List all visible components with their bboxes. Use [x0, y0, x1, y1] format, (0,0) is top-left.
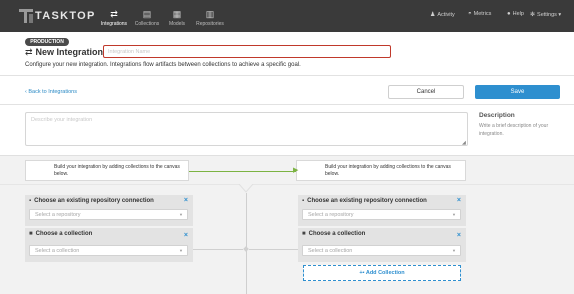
right-repository-card: ▪ Choose an existing repository connectio…	[298, 195, 466, 226]
actions-divider	[0, 104, 574, 105]
page-title: ⇄ New Integration	[25, 47, 103, 58]
canvas-center-line	[246, 193, 247, 294]
help-link[interactable]: ● Help	[507, 11, 524, 17]
integrations-icon: ⇄	[110, 9, 118, 19]
back-link-label: Back to Integrations	[28, 89, 77, 95]
card-title: ■ Choose a collection	[29, 231, 92, 237]
collection-select[interactable]: Select a collection ▼	[29, 245, 188, 256]
resize-handle-icon[interactable]: ◢	[462, 140, 466, 146]
flow-arrow-icon: ▶	[293, 167, 299, 174]
description-help-text: Write a brief description of your integr…	[479, 123, 549, 137]
select-placeholder: Select a repository	[35, 212, 81, 218]
settings-menu[interactable]: ✻ Settings ▾	[530, 11, 561, 18]
brand-name: TASKTOP	[35, 10, 96, 22]
database-icon: ▪	[302, 198, 305, 204]
description-help-title: Description	[479, 112, 515, 119]
add-collection-label: Add Collection	[365, 270, 405, 276]
left-repository-card: ▪ Choose an existing repository connectio…	[25, 195, 193, 226]
card-title-text: Choose an existing repository connection	[34, 198, 154, 204]
nav-tab-integrations[interactable]: ⇄ Integrations	[97, 0, 131, 32]
add-collection-button[interactable]: +▪ Add Collection	[303, 265, 461, 281]
select-placeholder: Select a collection	[35, 248, 80, 254]
cancel-button[interactable]: Cancel	[388, 85, 464, 99]
page-title-text: New Integration	[35, 47, 104, 57]
card-title-text: Choose an existing repository connection	[307, 198, 427, 204]
repositories-icon: ▥	[205, 9, 215, 19]
repository-select[interactable]: Select a repository ▼	[302, 209, 461, 220]
close-icon[interactable]: ×	[184, 197, 188, 204]
chevron-down-icon: ▼	[179, 248, 183, 253]
integration-icon: ⇄	[25, 47, 33, 57]
card-title: ■ Choose a collection	[302, 231, 365, 237]
right-connector-line	[249, 249, 298, 250]
left-connector-line	[193, 249, 243, 250]
canvas-separator	[0, 184, 240, 185]
select-placeholder: Select a collection	[308, 248, 353, 254]
nav-tab-models[interactable]: ▦ Models	[164, 0, 190, 32]
collection-select[interactable]: Select a collection ▼	[302, 245, 461, 256]
left-collection-card: ■ Choose a collection × Select a collecti…	[25, 228, 193, 262]
close-icon[interactable]: ×	[457, 197, 461, 204]
nav-tab-collections[interactable]: ▤ Collections	[132, 0, 162, 32]
integration-name-input[interactable]	[103, 45, 391, 58]
close-icon[interactable]: ×	[184, 232, 188, 239]
page-subtitle: Configure your new integration. Integrat…	[25, 62, 301, 68]
card-title-text: Choose a collection	[308, 231, 366, 237]
nav-tab-label: Models	[168, 21, 186, 27]
repository-select[interactable]: Select a repository ▼	[29, 209, 188, 220]
card-title-text: Choose a collection	[35, 231, 93, 237]
tasktop-logo[interactable]: TASKTOP	[19, 4, 96, 28]
chevron-down-icon: ▼	[452, 212, 456, 217]
collection-icon: ■	[29, 231, 33, 237]
database-icon: ▪	[29, 198, 32, 204]
nav-tab-label: Collections	[134, 21, 160, 27]
description-textarea[interactable]	[25, 112, 468, 146]
save-button[interactable]: Save	[475, 85, 560, 99]
metrics-link[interactable]: ◓ Metrics	[468, 11, 491, 17]
help-icon: ●	[507, 11, 511, 17]
chevron-down-icon: ▼	[452, 248, 456, 253]
collections-icon: ▤	[142, 9, 152, 19]
environment-badge: PRODUCTION	[25, 38, 69, 46]
dashboard-icon: ◓	[468, 11, 472, 17]
right-collection-card: ■ Choose a collection × Select a collecti…	[298, 228, 466, 262]
bell-icon: ♟	[430, 12, 436, 18]
chevron-down-icon: ▼	[179, 212, 183, 217]
left-canvas-hint: Build your integration by adding collect…	[25, 160, 189, 181]
activity-link[interactable]: ♟ Activity	[430, 11, 455, 18]
header-divider	[0, 75, 574, 76]
nav-tab-repositories[interactable]: ▥ Repositories	[193, 0, 227, 32]
metrics-label: Metrics	[473, 11, 492, 17]
gear-icon: ✻	[530, 12, 536, 18]
select-placeholder: Select a repository	[308, 212, 354, 218]
back-to-integrations-link[interactable]: ‹ Back to Integrations	[25, 89, 77, 95]
close-icon[interactable]: ×	[457, 232, 461, 239]
help-label: Help	[512, 11, 524, 17]
right-canvas-hint: Build your integration by adding collect…	[296, 160, 466, 181]
chevron-left-icon: ‹	[25, 89, 27, 95]
settings-label: Settings	[537, 12, 557, 18]
models-icon: ▦	[172, 9, 182, 19]
canvas-separator	[252, 184, 574, 185]
nav-tab-label: Integrations	[100, 21, 128, 27]
logo-mark-icon	[19, 9, 33, 23]
top-nav: TASKTOP ⇄ Integrations ▤ Collections ▦ M…	[0, 0, 574, 32]
collection-icon: ■	[302, 231, 306, 237]
nav-tab-label: Repositories	[196, 21, 224, 27]
chevron-down-icon: ▾	[556, 12, 562, 18]
flow-direction-line	[189, 171, 296, 172]
card-title: ▪ Choose an existing repository connectio…	[29, 198, 154, 204]
card-title: ▪ Choose an existing repository connectio…	[302, 198, 427, 204]
activity-label: Activity	[437, 12, 455, 18]
